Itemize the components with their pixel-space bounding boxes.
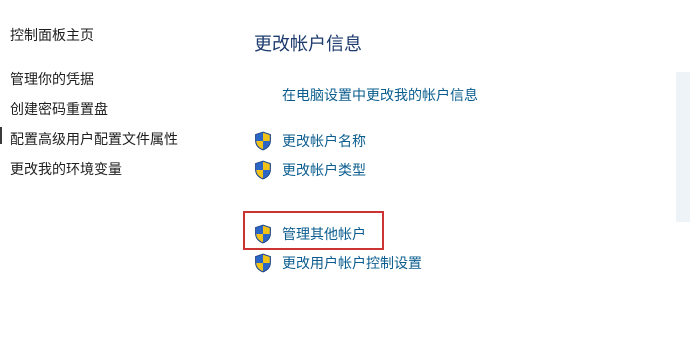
- uac-shield-icon: [255, 224, 271, 244]
- change-uac-settings-link[interactable]: 更改用户帐户控制设置: [282, 255, 422, 273]
- right-panel-edge: [676, 72, 690, 222]
- sidebar-selection-marker: [0, 127, 2, 144]
- sidebar-item-create-password-reset-disk[interactable]: 创建密码重置盘: [10, 101, 108, 119]
- left-navigation-pane: 控制面板主页 管理你的凭据 创建密码重置盘 配置高级用户配置文件属性 更改我的环…: [0, 0, 230, 344]
- sidebar-item-control-panel-home[interactable]: 控制面板主页: [10, 27, 94, 45]
- change-account-type-link[interactable]: 更改帐户类型: [282, 162, 366, 180]
- sidebar-item-manage-credentials[interactable]: 管理你的凭据: [10, 71, 94, 89]
- uac-shield-icon: [255, 253, 271, 273]
- pc-settings-account-link[interactable]: 在电脑设置中更改我的帐户信息: [282, 87, 478, 105]
- uac-shield-icon: [255, 131, 271, 151]
- change-account-name-link[interactable]: 更改帐户名称: [282, 133, 366, 151]
- sidebar-item-advanced-profile-properties[interactable]: 配置高级用户配置文件属性: [10, 131, 178, 149]
- control-panel-window: 控制面板主页 管理你的凭据 创建密码重置盘 配置高级用户配置文件属性 更改我的环…: [0, 0, 690, 344]
- uac-shield-icon: [255, 160, 271, 180]
- page-title: 更改帐户信息: [254, 34, 362, 55]
- sidebar-item-environment-variables[interactable]: 更改我的环境变量: [10, 161, 122, 179]
- manage-other-accounts-link[interactable]: 管理其他帐户: [282, 226, 366, 244]
